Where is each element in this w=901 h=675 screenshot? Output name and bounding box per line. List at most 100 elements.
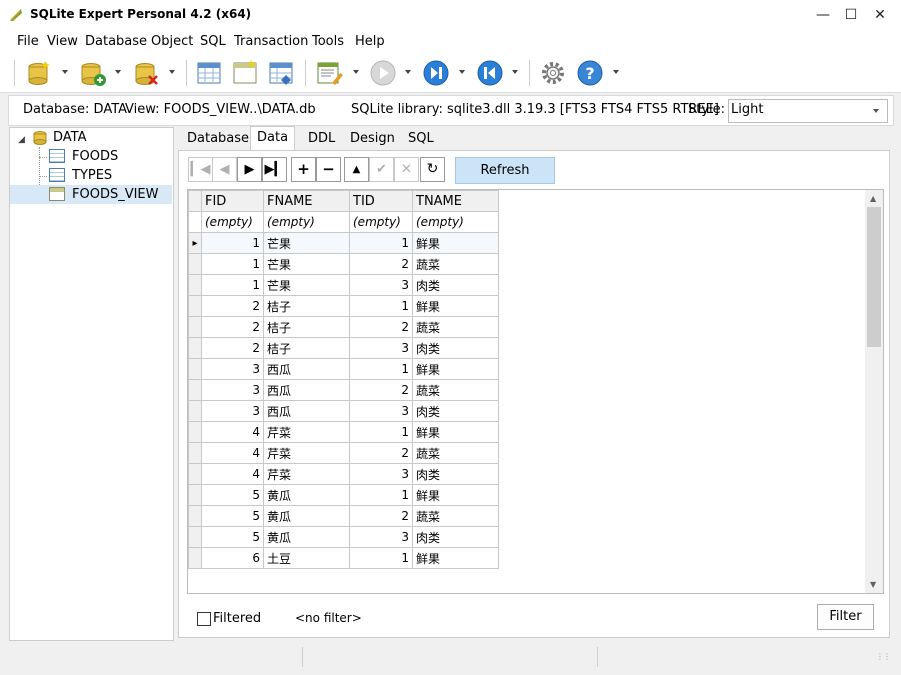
column-header-fid[interactable]: FID xyxy=(201,190,264,212)
cell-tid[interactable]: 2 xyxy=(349,442,413,464)
cell-fname[interactable]: 黄瓜 xyxy=(263,484,350,506)
scroll-up-icon[interactable]: ▲ xyxy=(870,194,876,203)
prior-record-button[interactable]: ◀ xyxy=(212,157,237,182)
row-indicator[interactable] xyxy=(188,358,202,380)
table-row[interactable]: 2 桔子 1 鲜果 xyxy=(188,295,499,317)
cell-fid[interactable]: 5 xyxy=(201,526,264,548)
filter-cell-fid[interactable]: (empty) xyxy=(201,211,264,233)
cell-tname[interactable]: 鲜果 xyxy=(412,421,499,443)
scrollbar-thumb[interactable] xyxy=(867,207,881,347)
cell-fname[interactable]: 芹菜 xyxy=(263,463,350,485)
cell-tid[interactable]: 3 xyxy=(349,337,413,359)
row-indicator[interactable] xyxy=(188,463,202,485)
filtered-checkbox[interactable] xyxy=(197,612,211,626)
cell-tid[interactable]: 1 xyxy=(349,484,413,506)
cell-tid[interactable]: 3 xyxy=(349,400,413,422)
table-row[interactable]: 3 西瓜 1 鲜果 xyxy=(188,358,499,380)
resize-grip-icon[interactable]: ⋮⋮ xyxy=(876,652,891,661)
tree-item-types[interactable]: TYPES xyxy=(72,168,112,183)
refresh-icon[interactable]: ↻ xyxy=(420,157,445,182)
cell-fname[interactable]: 西瓜 xyxy=(263,358,350,380)
collapse-arrow-icon[interactable]: ◢ xyxy=(18,135,25,145)
tree-root-data[interactable]: DATA xyxy=(53,130,87,145)
cell-tname[interactable]: 蔬菜 xyxy=(412,505,499,527)
rollback-icon[interactable] xyxy=(476,58,504,88)
cell-fid[interactable]: 3 xyxy=(201,358,264,380)
cell-fname[interactable]: 黄瓜 xyxy=(263,526,350,548)
post-edit-button[interactable]: ✔ xyxy=(369,157,394,182)
cell-tid[interactable]: 2 xyxy=(349,253,413,275)
cell-fid[interactable]: 1 xyxy=(201,274,264,296)
cell-fid[interactable]: 6 xyxy=(201,547,264,569)
cell-tname[interactable]: 肉类 xyxy=(412,274,499,296)
cell-tname[interactable]: 肉类 xyxy=(412,400,499,422)
cell-tname[interactable]: 鲜果 xyxy=(412,358,499,380)
new-database-dropdown[interactable] xyxy=(62,70,68,74)
cell-tid[interactable]: 2 xyxy=(349,505,413,527)
close-button[interactable]: ✕ xyxy=(863,0,897,30)
filter-button[interactable]: Filter xyxy=(817,604,874,630)
table-row[interactable]: 4 芹菜 1 鲜果 xyxy=(188,421,499,443)
row-indicator[interactable] xyxy=(188,484,202,506)
last-record-button[interactable]: ▶▎ xyxy=(262,157,287,182)
tree-item-foods[interactable]: FOODS xyxy=(72,149,118,164)
cell-fid[interactable]: 5 xyxy=(201,505,264,527)
table-row[interactable]: 3 西瓜 3 肉类 xyxy=(188,400,499,422)
next-record-button[interactable]: ▶ xyxy=(237,157,262,182)
cell-fname[interactable]: 芒果 xyxy=(263,253,350,275)
detach-database-icon[interactable] xyxy=(132,58,162,88)
row-indicator[interactable] xyxy=(188,421,202,443)
table-row[interactable]: 4 芹菜 3 肉类 xyxy=(188,463,499,485)
help-dropdown[interactable] xyxy=(613,70,619,74)
cell-tname[interactable]: 肉类 xyxy=(412,337,499,359)
new-database-icon[interactable] xyxy=(25,58,53,88)
table-row[interactable]: 5 黄瓜 3 肉类 xyxy=(188,526,499,548)
tab-database[interactable]: Database xyxy=(181,128,255,149)
table-row[interactable]: 3 西瓜 2 蔬菜 xyxy=(188,379,499,401)
new-table-icon[interactable] xyxy=(196,58,222,88)
menu-transaction[interactable]: Transaction xyxy=(234,34,308,49)
new-index-icon[interactable] xyxy=(268,58,296,88)
table-row[interactable]: ▸ 1 芒果 1 鲜果 xyxy=(188,232,499,254)
cell-tid[interactable]: 1 xyxy=(349,295,413,317)
cell-tname[interactable]: 蔬菜 xyxy=(412,379,499,401)
row-indicator[interactable] xyxy=(188,274,202,296)
cell-tname[interactable]: 鲜果 xyxy=(412,484,499,506)
tab-ddl[interactable]: DDL xyxy=(302,128,341,149)
cell-fid[interactable]: 4 xyxy=(201,463,264,485)
edit-record-button[interactable]: ▲ xyxy=(344,157,369,182)
cell-tid[interactable]: 3 xyxy=(349,463,413,485)
filter-cell-tid[interactable]: (empty) xyxy=(349,211,413,233)
menu-file[interactable]: File xyxy=(17,34,39,49)
execute-dropdown[interactable] xyxy=(405,70,411,74)
sql-editor-dropdown[interactable] xyxy=(353,70,359,74)
table-row[interactable]: 1 芒果 2 蔬菜 xyxy=(188,253,499,275)
cell-fname[interactable]: 桔子 xyxy=(263,337,350,359)
insert-record-button[interactable]: + xyxy=(291,157,316,182)
gear-icon[interactable] xyxy=(539,58,567,88)
column-header-tid[interactable]: TID xyxy=(349,190,413,212)
cell-tname[interactable]: 鲜果 xyxy=(412,295,499,317)
cell-fname[interactable]: 黄瓜 xyxy=(263,505,350,527)
tab-data[interactable]: Data xyxy=(250,126,296,151)
cell-fid[interactable]: 5 xyxy=(201,484,264,506)
cell-tname[interactable]: 肉类 xyxy=(412,526,499,548)
cell-fid[interactable]: 3 xyxy=(201,400,264,422)
row-indicator[interactable] xyxy=(188,316,202,338)
tree-item-foods-view[interactable]: FOODS_VIEW xyxy=(72,187,159,202)
refresh-button[interactable]: Refresh xyxy=(455,157,555,184)
table-row[interactable]: 5 黄瓜 2 蔬菜 xyxy=(188,505,499,527)
help-icon[interactable]: ? xyxy=(576,58,604,88)
execute-play-icon[interactable] xyxy=(369,58,397,88)
cancel-edit-button[interactable]: ✕ xyxy=(394,157,419,182)
menu-database[interactable]: Database xyxy=(85,34,147,49)
cell-fname[interactable]: 桔子 xyxy=(263,316,350,338)
menu-object[interactable]: Object xyxy=(151,34,193,49)
delete-record-button[interactable]: − xyxy=(316,157,341,182)
cell-fid[interactable]: 2 xyxy=(201,295,264,317)
cell-fname[interactable]: 芹菜 xyxy=(263,421,350,443)
first-record-button[interactable]: ▎◀ xyxy=(188,157,213,182)
cell-tid[interactable]: 3 xyxy=(349,526,413,548)
row-indicator[interactable] xyxy=(188,526,202,548)
commit-dropdown[interactable] xyxy=(459,70,465,74)
